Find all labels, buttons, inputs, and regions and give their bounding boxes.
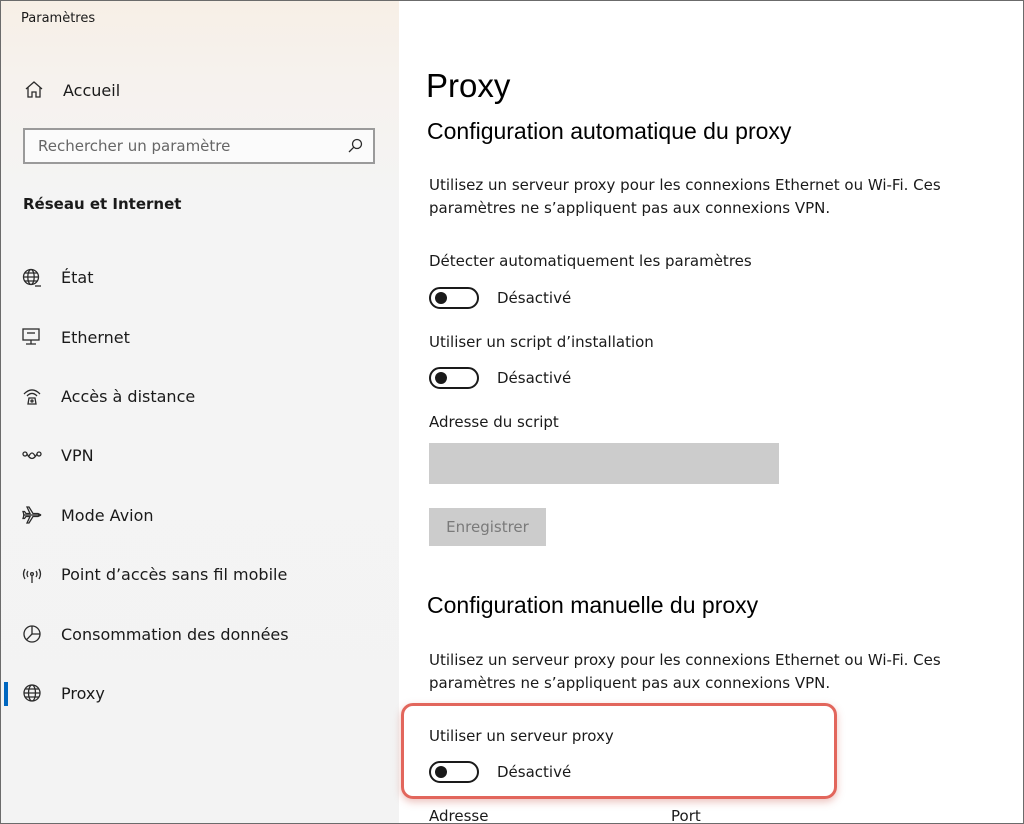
vpn-icon <box>21 445 43 467</box>
sidebar-item-acces-distance[interactable]: Accès à distance <box>1 367 399 426</box>
toggle-knob <box>435 766 447 778</box>
home-icon <box>23 79 45 101</box>
use-script-label: Utiliser un script d’installation <box>429 333 654 351</box>
manual-config-description: Utilisez un serveur proxy pour les conne… <box>429 651 941 692</box>
airplane-icon <box>21 504 43 526</box>
sidebar-item-label: Mode Avion <box>61 505 154 525</box>
sidebar-item-vpn[interactable]: VPN <box>1 426 399 485</box>
nav-list: État Ethernet Accès à distance VPN Mode … <box>1 248 399 723</box>
sidebar: Paramètres Accueil Réseau et Internet <box>1 1 399 823</box>
sidebar-item-label: Accès à distance <box>61 386 196 406</box>
hotspot-icon <box>21 564 43 586</box>
home-nav-item[interactable]: Accueil <box>23 75 363 105</box>
sidebar-item-label: État <box>61 268 94 288</box>
sidebar-item-label: Point d’accès sans fil mobile <box>61 565 288 585</box>
sidebar-item-label: VPN <box>61 446 94 466</box>
use-proxy-row: Désactivé <box>429 760 571 784</box>
highlight-frame <box>401 703 837 799</box>
script-address-input[interactable] <box>429 443 779 484</box>
data-usage-icon <box>21 623 43 645</box>
sidebar-item-point-acces[interactable]: Point d’accès sans fil mobile <box>1 545 399 604</box>
globe-status-icon <box>21 267 43 289</box>
detect-settings-state: Désactivé <box>497 289 572 307</box>
script-address-label: Adresse du script <box>429 413 559 431</box>
detect-settings-toggle[interactable] <box>429 287 479 309</box>
section-title: Réseau et Internet <box>23 195 182 213</box>
sidebar-item-ethernet[interactable]: Ethernet <box>1 307 399 366</box>
proxy-port-label: Port <box>671 807 701 824</box>
search-icon[interactable] <box>346 137 364 155</box>
sidebar-item-label: Proxy <box>61 683 105 703</box>
home-label: Accueil <box>63 80 121 100</box>
search-input[interactable] <box>25 130 346 162</box>
sidebar-item-mode-avion[interactable]: Mode Avion <box>1 486 399 545</box>
use-script-row: Désactivé <box>429 366 571 390</box>
use-script-toggle[interactable] <box>429 367 479 389</box>
sidebar-item-proxy[interactable]: Proxy <box>1 664 399 723</box>
sidebar-item-label: Consommation des données <box>61 624 289 644</box>
auto-config-heading: Configuration automatique du proxy <box>427 118 792 144</box>
manual-config-heading: Configuration manuelle du proxy <box>427 592 759 618</box>
toggle-knob <box>435 372 447 384</box>
main-content: Proxy Configuration automatique du proxy… <box>399 1 1023 823</box>
page-title: Proxy <box>426 67 511 104</box>
sidebar-item-etat[interactable]: État <box>1 248 399 307</box>
ethernet-icon <box>21 326 43 348</box>
use-proxy-state: Désactivé <box>497 763 572 781</box>
toggle-knob <box>435 292 447 304</box>
search-box[interactable] <box>23 128 375 164</box>
globe-icon <box>21 682 43 704</box>
detect-settings-row: Désactivé <box>429 286 571 310</box>
auto-config-description: Utilisez un serveur proxy pour les conne… <box>429 176 941 217</box>
settings-window: Paramètres Accueil Réseau et Internet <box>0 0 1024 824</box>
sidebar-item-label: Ethernet <box>61 327 130 347</box>
detect-settings-label: Détecter automatiquement les paramètres <box>429 252 752 270</box>
use-proxy-toggle[interactable] <box>429 761 479 783</box>
use-script-state: Désactivé <box>497 369 572 387</box>
save-button[interactable]: Enregistrer <box>429 508 546 546</box>
sidebar-item-consommation[interactable]: Consommation des données <box>1 604 399 663</box>
use-proxy-label: Utiliser un serveur proxy <box>429 727 614 745</box>
app-title: Paramètres <box>21 11 96 26</box>
proxy-address-label: Adresse <box>429 807 489 824</box>
dialup-icon <box>21 385 43 407</box>
